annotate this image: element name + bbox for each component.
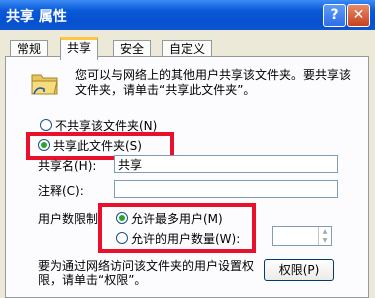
max-users-radio[interactable] [116, 212, 128, 224]
title-bar: 共享 属性 ? ✕ [0, 0, 375, 30]
user-count-spinner[interactable]: ▲ ▼ [272, 226, 332, 246]
spinner-up-icon[interactable]: ▲ [319, 227, 331, 236]
allowed-count-label: 允许的用户数量(W): [131, 232, 241, 246]
share-name-label: 共享名(H): [38, 159, 97, 173]
permissions-description: 要为通过网络访问该文件夹的用户设置权限，请单击“权限”。 [38, 259, 255, 287]
shared-folder-icon [31, 74, 58, 95]
close-button[interactable]: ✕ [347, 4, 370, 27]
sharing-description: 您可以与网络上的其他用户共享该文件夹。要共享该文件夹，请单击“共享此文件夹”。 [75, 68, 352, 97]
share-label: 共享此文件夹(S) [53, 139, 142, 153]
help-button[interactable]: ? [323, 4, 346, 27]
comment-field[interactable] [114, 180, 338, 198]
max-users-option[interactable]: 允许最多用户(M) [116, 210, 223, 227]
spinner-down-icon[interactable]: ▼ [319, 236, 331, 245]
tab-sharing[interactable]: 共享 [60, 37, 99, 60]
user-limit-label: 用户数限制: [38, 212, 103, 226]
permissions-button[interactable]: 权限(P) [264, 259, 334, 281]
max-users-label: 允许最多用户(M) [131, 212, 223, 226]
share-option[interactable]: 共享此文件夹(S) [38, 137, 142, 154]
no-share-label: 不共享该文件夹(N) [55, 119, 158, 133]
tab-strip: 常规 共享 安全 自定义 [0, 30, 375, 60]
share-name-field[interactable]: 共享 [114, 155, 338, 173]
allowed-count-option[interactable]: 允许的用户数量(W): [116, 230, 240, 247]
no-share-radio[interactable] [40, 119, 52, 131]
allowed-count-radio[interactable] [116, 232, 128, 244]
comment-label: 注释(C): [38, 184, 84, 198]
window-title: 共享 属性 [6, 9, 67, 25]
share-radio[interactable] [38, 139, 50, 151]
spinner-arrows[interactable]: ▲ ▼ [318, 227, 331, 245]
